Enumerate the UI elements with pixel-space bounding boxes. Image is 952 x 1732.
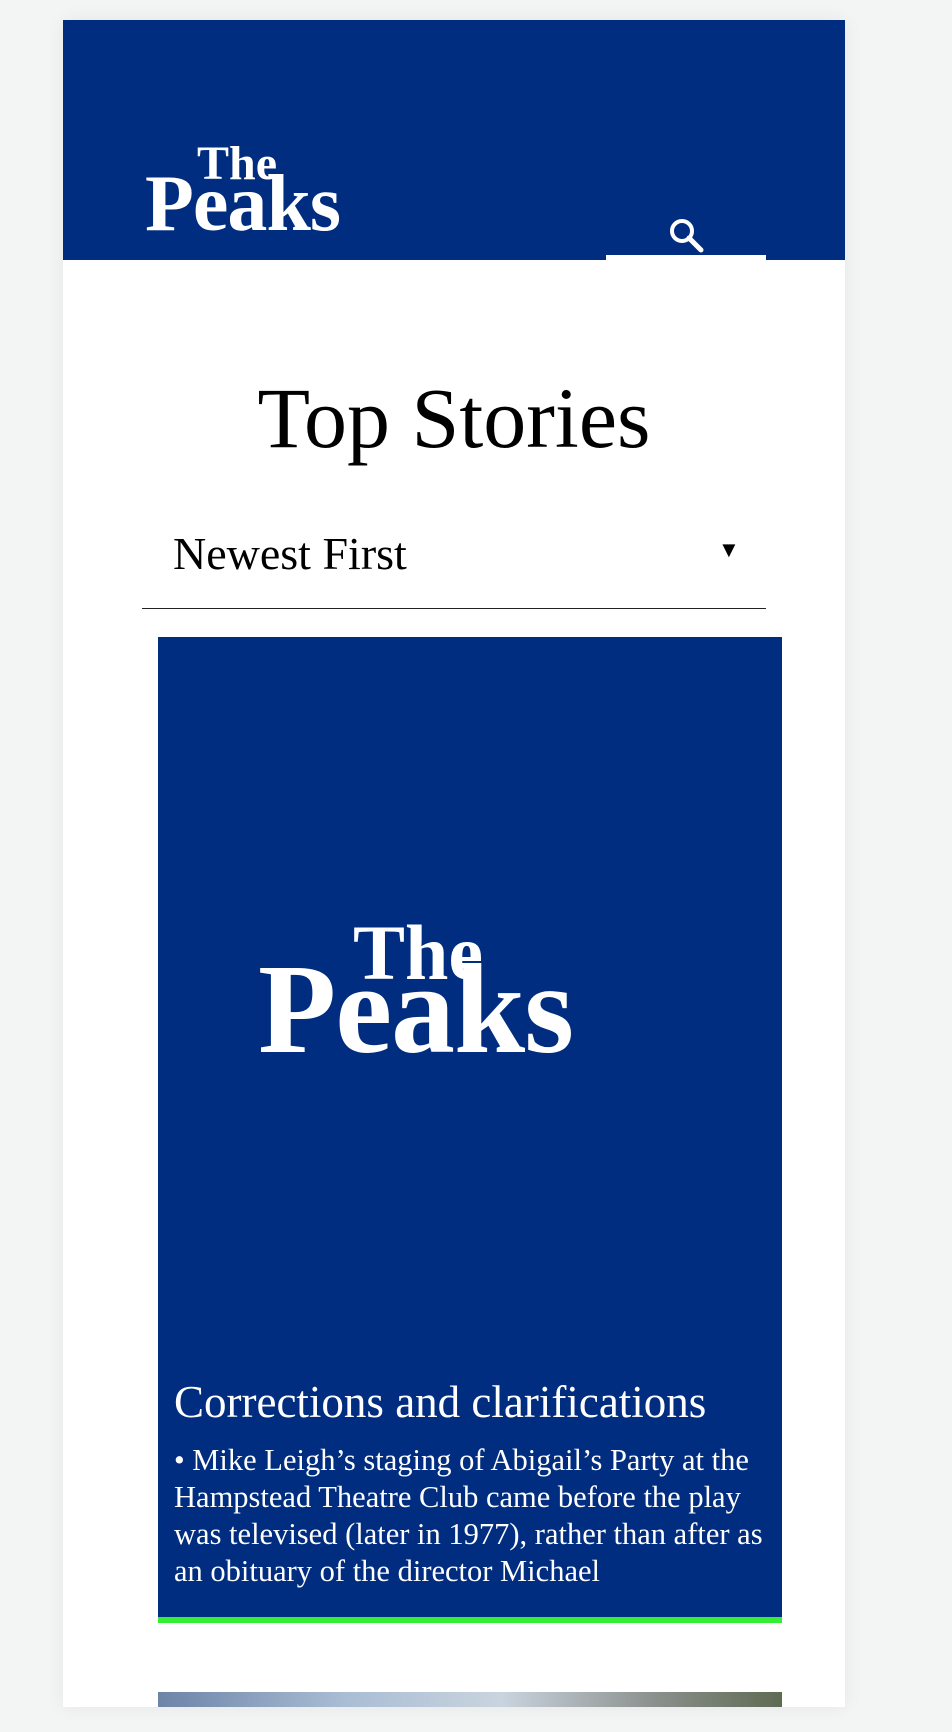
story-accent-bar — [158, 1617, 782, 1623]
search-active-indicator — [606, 255, 766, 260]
story-excerpt: • Mike Leigh’s staging of Abigail’s Part… — [174, 1443, 763, 1588]
site-header: The Peaks — [63, 20, 845, 260]
story-card[interactable]: The Peaks Corrections and clarifications… — [158, 637, 782, 1623]
search-button[interactable] — [606, 190, 766, 278]
search-icon — [670, 219, 704, 253]
logo-peaks: Peaks — [145, 160, 341, 248]
page-title: Top Stories — [257, 370, 651, 466]
sort-select[interactable]: Newest First ▼ — [142, 514, 766, 609]
story-image-logo: The Peaks — [258, 913, 678, 1080]
sort-selected-label: Newest First — [173, 528, 407, 579]
page: The Peaks Top Stories Newest First ▼ The… — [63, 20, 845, 1707]
story-headline[interactable]: Corrections and clarifications — [174, 1375, 774, 1429]
story-logo-peaks: Peaks — [258, 938, 574, 1080]
chevron-down-icon: ▼ — [718, 537, 740, 562]
next-story-image[interactable] — [158, 1692, 782, 1707]
site-logo[interactable]: The Peaks — [145, 140, 375, 255]
